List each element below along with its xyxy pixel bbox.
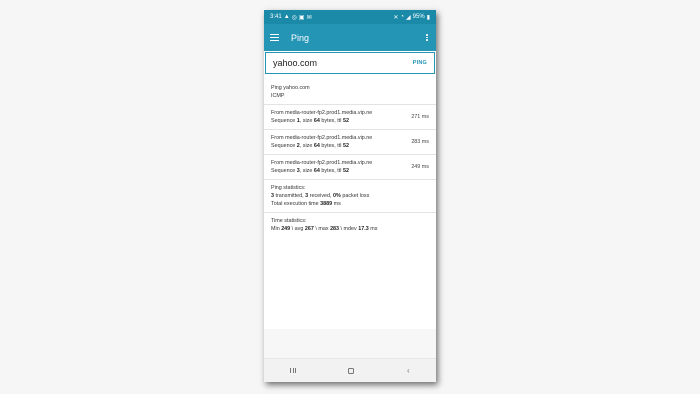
ping-statistics-row: Ping statistics: 3 transmitted, 3 receiv… — [264, 180, 436, 213]
wifi-icon: ◔ — [400, 14, 405, 20]
ping-statistics-counts: 3 transmitted, 3 received, 0% packet los… — [271, 193, 370, 199]
status-time: 3:41 — [270, 14, 282, 20]
hamburger-menu-icon[interactable] — [270, 34, 279, 41]
status-bar: 3:41 ▲ ◎ ▣ ✉ ✕ ◔ ◢ 95% ▮ — [264, 10, 436, 24]
app-bar: Ping — [264, 24, 436, 51]
ping-header-row: Ping yahoo.com ICMP — [264, 80, 436, 105]
battery-icon: ▮ — [426, 14, 430, 21]
reply-time: 283 ms — [411, 139, 429, 145]
reply-row: From media-router-fp2.prod1.media.vip.ne… — [264, 130, 436, 155]
mail-icon: ✉ — [306, 14, 312, 21]
reply-from: From media-router-fp2.prod1.media.vip.ne — [271, 110, 373, 116]
time-statistics-values: Min 249 \ avg 267 \ max 283 \ mdev 17.3 … — [271, 226, 378, 232]
more-options-icon[interactable] — [424, 33, 430, 42]
system-nav-bar: ‹ — [264, 358, 436, 382]
image-icon: ▣ — [298, 14, 305, 21]
results-area: Ping yahoo.com ICMP From media-router-fp… — [264, 80, 436, 358]
back-icon[interactable]: ‹ — [407, 366, 410, 375]
reply-row: From media-router-fp2.prod1.media.vip.ne… — [264, 155, 436, 180]
time-statistics-row: Time statistics: Min 249 \ avg 267 \ max… — [264, 213, 436, 237]
phone-screen: 3:41 ▲ ◎ ▣ ✉ ✕ ◔ ◢ 95% ▮ Ping PING Ping … — [264, 10, 436, 382]
results-list: Ping yahoo.com ICMP From media-router-fp… — [264, 80, 436, 329]
recents-icon[interactable] — [290, 368, 296, 373]
mute-icon: ✕ — [393, 14, 399, 21]
battery-percent: 95% — [412, 14, 425, 20]
ping-target: Ping yahoo.com — [271, 85, 310, 91]
app-title: Ping — [291, 32, 310, 43]
whatsapp-icon: ◎ — [291, 14, 297, 21]
reply-row: From media-router-fp2.prod1.media.vip.ne… — [264, 105, 436, 130]
reply-from: From media-router-fp2.prod1.media.vip.ne — [271, 135, 373, 141]
reply-time: 271 ms — [411, 114, 429, 120]
reply-from: From media-router-fp2.prod1.media.vip.ne — [271, 160, 373, 166]
reply-details: Sequence 2, size 64 bytes, ttl 52 — [271, 143, 349, 149]
ping-button[interactable]: PING — [413, 60, 427, 66]
reply-details: Sequence 1, size 64 bytes, ttl 52 — [271, 118, 349, 124]
home-icon[interactable] — [348, 367, 355, 374]
ping-statistics-title: Ping statistics: — [271, 185, 306, 191]
warning-icon: ▲ — [283, 14, 290, 20]
host-input-box: PING — [265, 52, 435, 74]
signal-icon: ◢ — [406, 14, 411, 21]
ping-protocol: ICMP — [271, 93, 285, 99]
host-input[interactable] — [273, 58, 413, 68]
total-execution-time: Total execution time 3889 ms — [271, 201, 341, 207]
time-statistics-title: Time statistics: — [271, 218, 307, 224]
reply-time: 249 ms — [411, 164, 429, 170]
reply-details: Sequence 3, size 64 bytes, ttl 52 — [271, 168, 349, 174]
